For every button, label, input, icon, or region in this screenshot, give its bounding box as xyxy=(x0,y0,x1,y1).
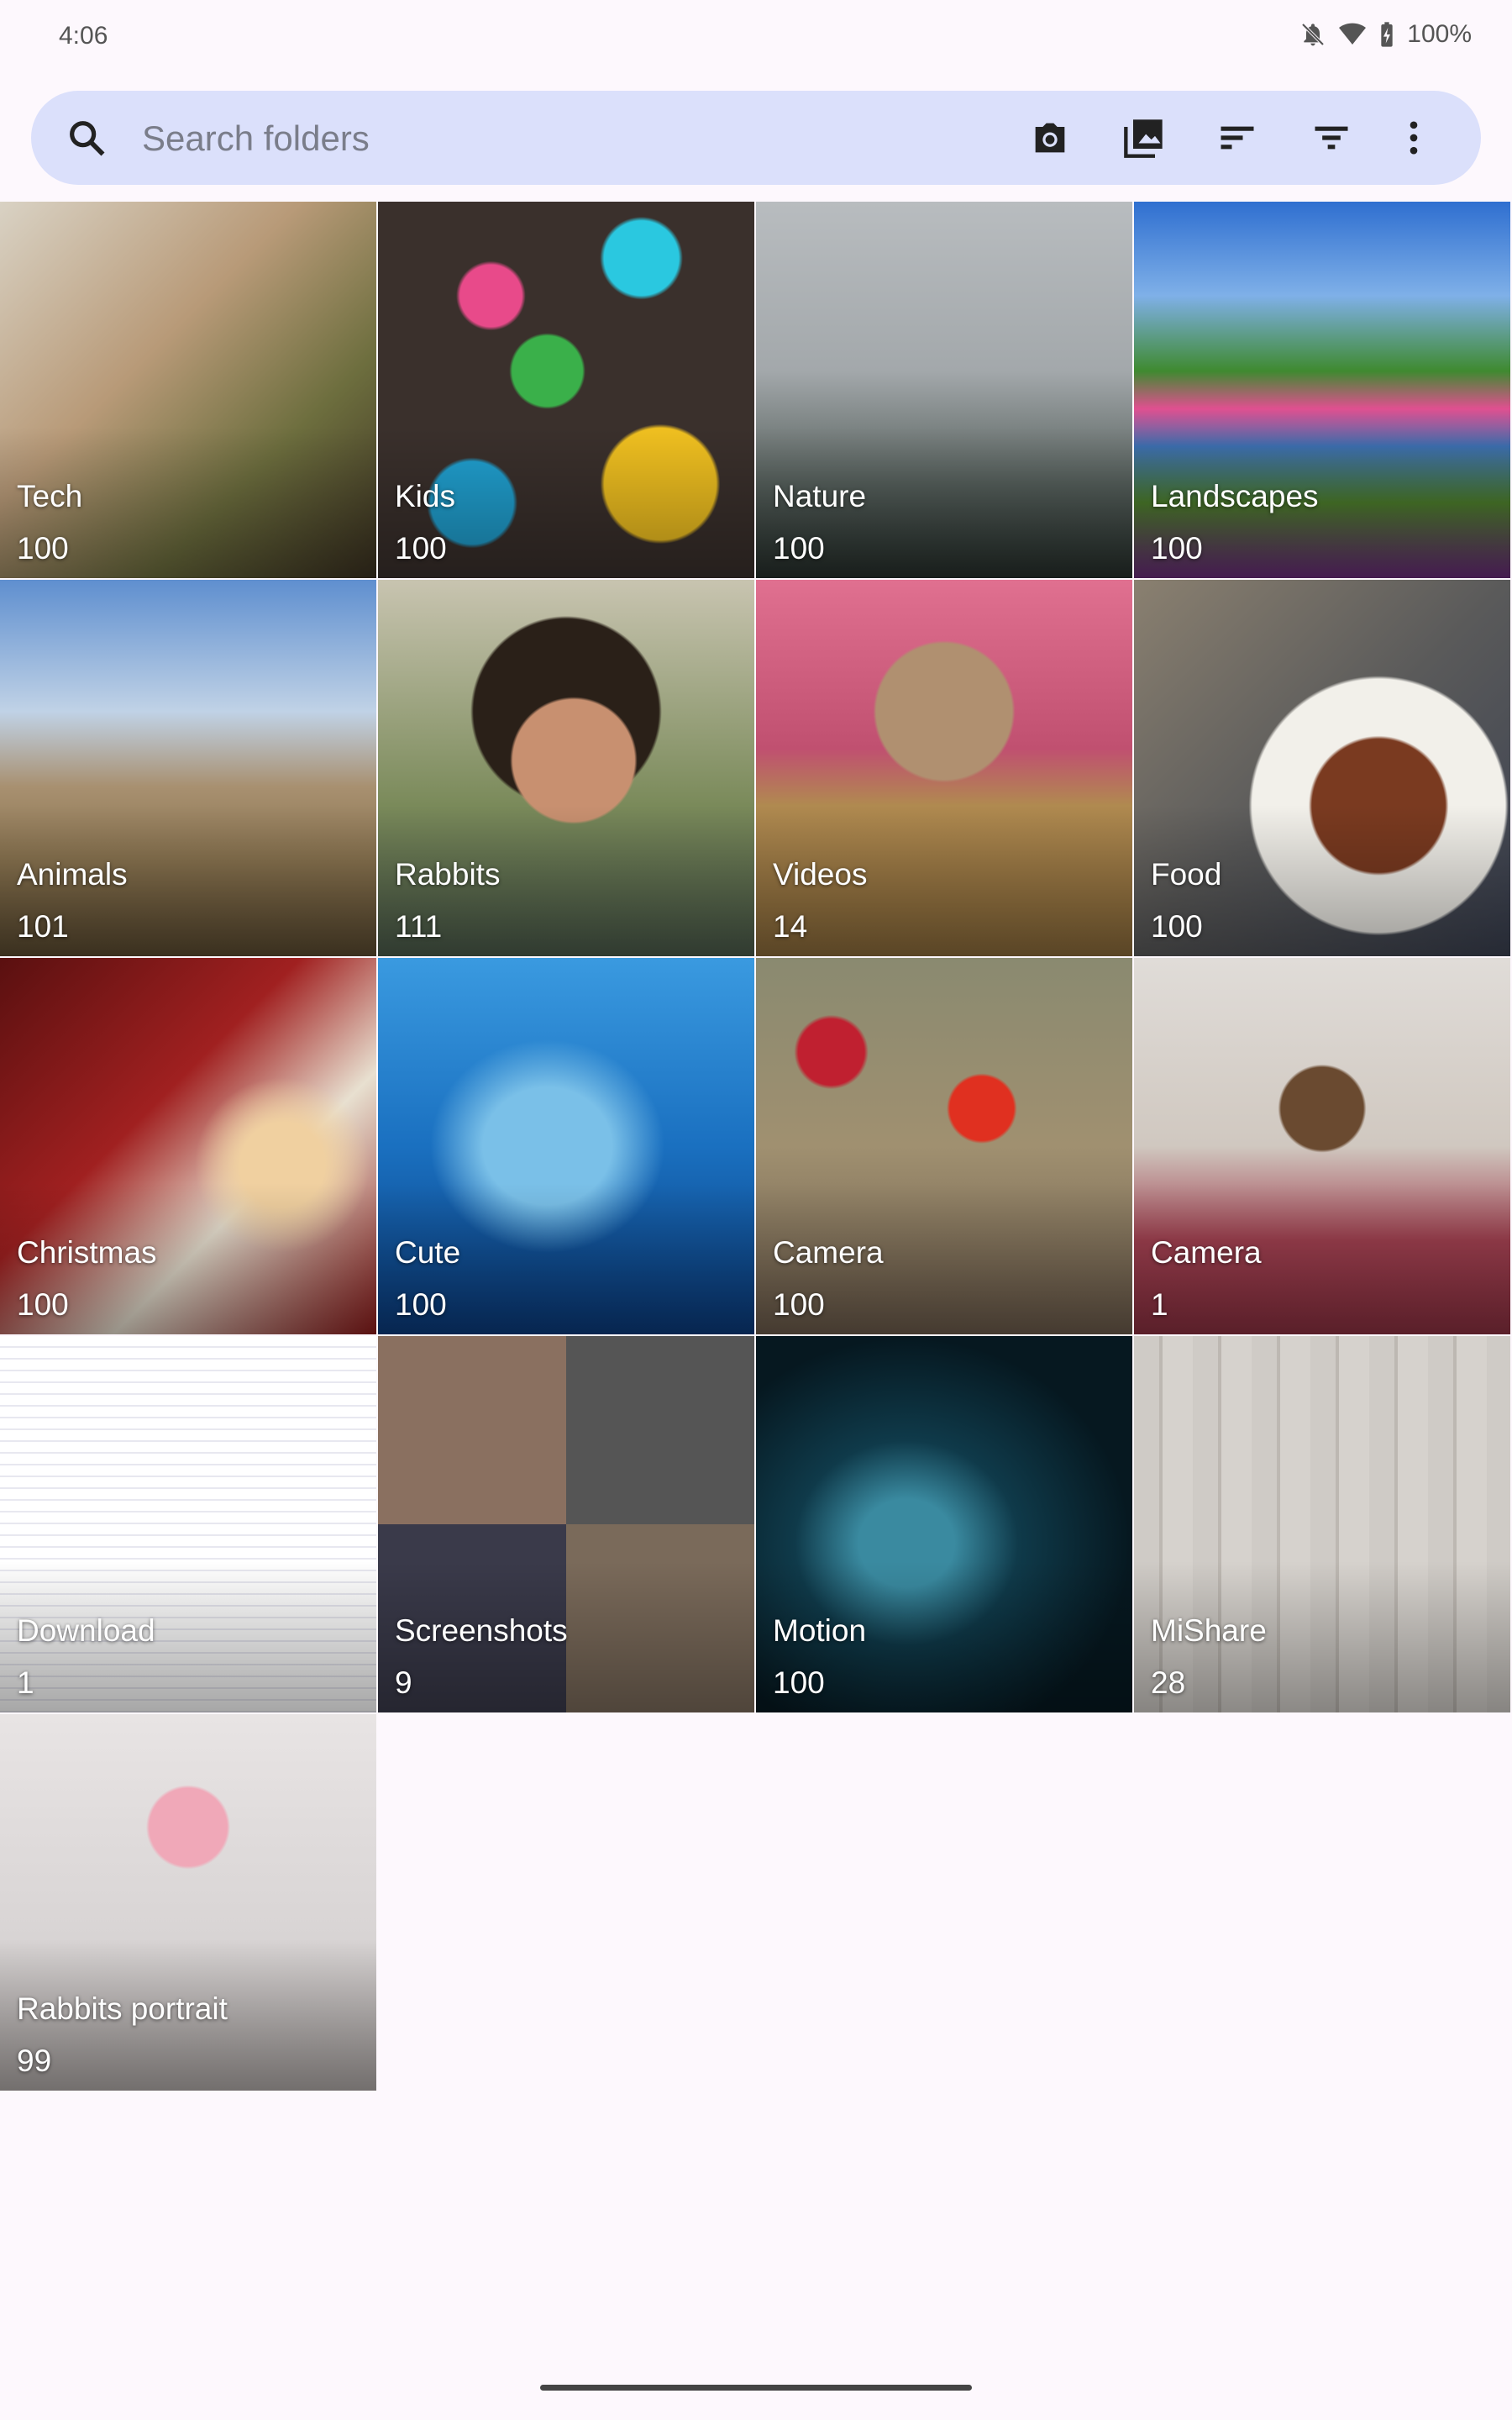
folder-name: Christmas xyxy=(17,1235,157,1270)
filter-icon[interactable] xyxy=(1310,116,1353,160)
folder-name: Screenshots xyxy=(395,1613,568,1648)
sort-icon[interactable] xyxy=(1215,116,1259,160)
folder-name: Animals xyxy=(17,857,128,892)
clock: 4:06 xyxy=(59,22,108,50)
folder-count: 100 xyxy=(395,1287,447,1322)
search-icon[interactable] xyxy=(65,116,108,160)
folder-tile[interactable]: Food 100 xyxy=(1134,580,1510,956)
folder-tile[interactable]: Rabbits 111 xyxy=(378,580,754,956)
folder-grid: Tech 100 Kids 100 Nature 100 Landscapes 100 Anim… xyxy=(0,202,1512,2091)
gesture-navigation-bar[interactable] xyxy=(540,2385,972,2391)
folder-count: 100 xyxy=(773,1287,825,1322)
folder-tile[interactable]: Motion 100 xyxy=(756,1336,1132,1712)
battery-level: 100% xyxy=(1407,20,1472,48)
folder-count: 28 xyxy=(1151,1665,1186,1700)
folder-tile[interactable]: Camera 100 xyxy=(756,958,1132,1334)
folder-tile[interactable]: Tech 100 xyxy=(0,202,376,578)
folder-count: 100 xyxy=(1151,909,1203,944)
folder-name: MiShare xyxy=(1151,1613,1267,1648)
folder-name: Food xyxy=(1151,857,1222,892)
folder-count: 100 xyxy=(17,531,69,566)
search-input[interactable] xyxy=(140,109,900,168)
folder-count: 1 xyxy=(17,1665,34,1700)
folder-count: 101 xyxy=(17,909,69,944)
notifications-off-icon xyxy=(1301,23,1325,46)
folder-tile[interactable]: MiShare 28 xyxy=(1134,1336,1510,1712)
folder-count: 100 xyxy=(773,1665,825,1700)
folder-tile[interactable]: Nature 100 xyxy=(756,202,1132,578)
camera-icon[interactable] xyxy=(1028,116,1072,160)
folder-count: 9 xyxy=(395,1665,412,1700)
folder-tile[interactable]: Christmas 100 xyxy=(0,958,376,1334)
folder-tile[interactable]: Download 1 xyxy=(0,1336,376,1712)
wifi-icon xyxy=(1339,23,1367,45)
folder-tile[interactable]: Cute 100 xyxy=(378,958,754,1334)
battery-charging-icon xyxy=(1381,22,1393,47)
folder-tile[interactable]: Animals 101 xyxy=(0,580,376,956)
folder-name: Kids xyxy=(395,479,455,513)
more-vert-icon[interactable] xyxy=(1392,116,1436,160)
folder-name: Rabbits xyxy=(395,857,501,892)
folder-tile[interactable]: Screenshots 9 xyxy=(378,1336,754,1712)
folder-count: 100 xyxy=(395,531,447,566)
folder-name: Camera xyxy=(1151,1235,1262,1270)
folder-count: 100 xyxy=(17,1287,69,1322)
folder-name: Videos xyxy=(773,857,868,892)
folder-name: Cute xyxy=(395,1235,461,1270)
folder-tile[interactable]: Rabbits portrait 99 xyxy=(0,1714,376,2091)
folder-count: 1 xyxy=(1151,1287,1168,1322)
folder-tile[interactable]: Landscapes 100 xyxy=(1134,202,1510,578)
folder-name: Landscapes xyxy=(1151,479,1319,513)
folder-name: Download xyxy=(17,1613,155,1648)
folder-name: Nature xyxy=(773,479,867,513)
status-bar: 4:06 100% xyxy=(0,0,1512,84)
folder-count: 99 xyxy=(17,2044,52,2078)
folder-name: Motion xyxy=(773,1613,867,1648)
folder-tile[interactable]: Kids 100 xyxy=(378,202,754,578)
folder-name: Tech xyxy=(17,479,83,513)
search-bar xyxy=(31,91,1481,185)
folder-count: 111 xyxy=(395,909,443,944)
folder-name: Camera xyxy=(773,1235,884,1270)
folder-tile[interactable]: Camera 1 xyxy=(1134,958,1510,1334)
folder-count: 100 xyxy=(1151,531,1203,566)
folder-count: 100 xyxy=(773,531,825,566)
folder-count: 14 xyxy=(773,909,808,944)
folder-name: Rabbits portrait xyxy=(17,1991,228,2026)
gallery-icon[interactable] xyxy=(1122,116,1166,160)
folder-tile[interactable]: Videos 14 xyxy=(756,580,1132,956)
